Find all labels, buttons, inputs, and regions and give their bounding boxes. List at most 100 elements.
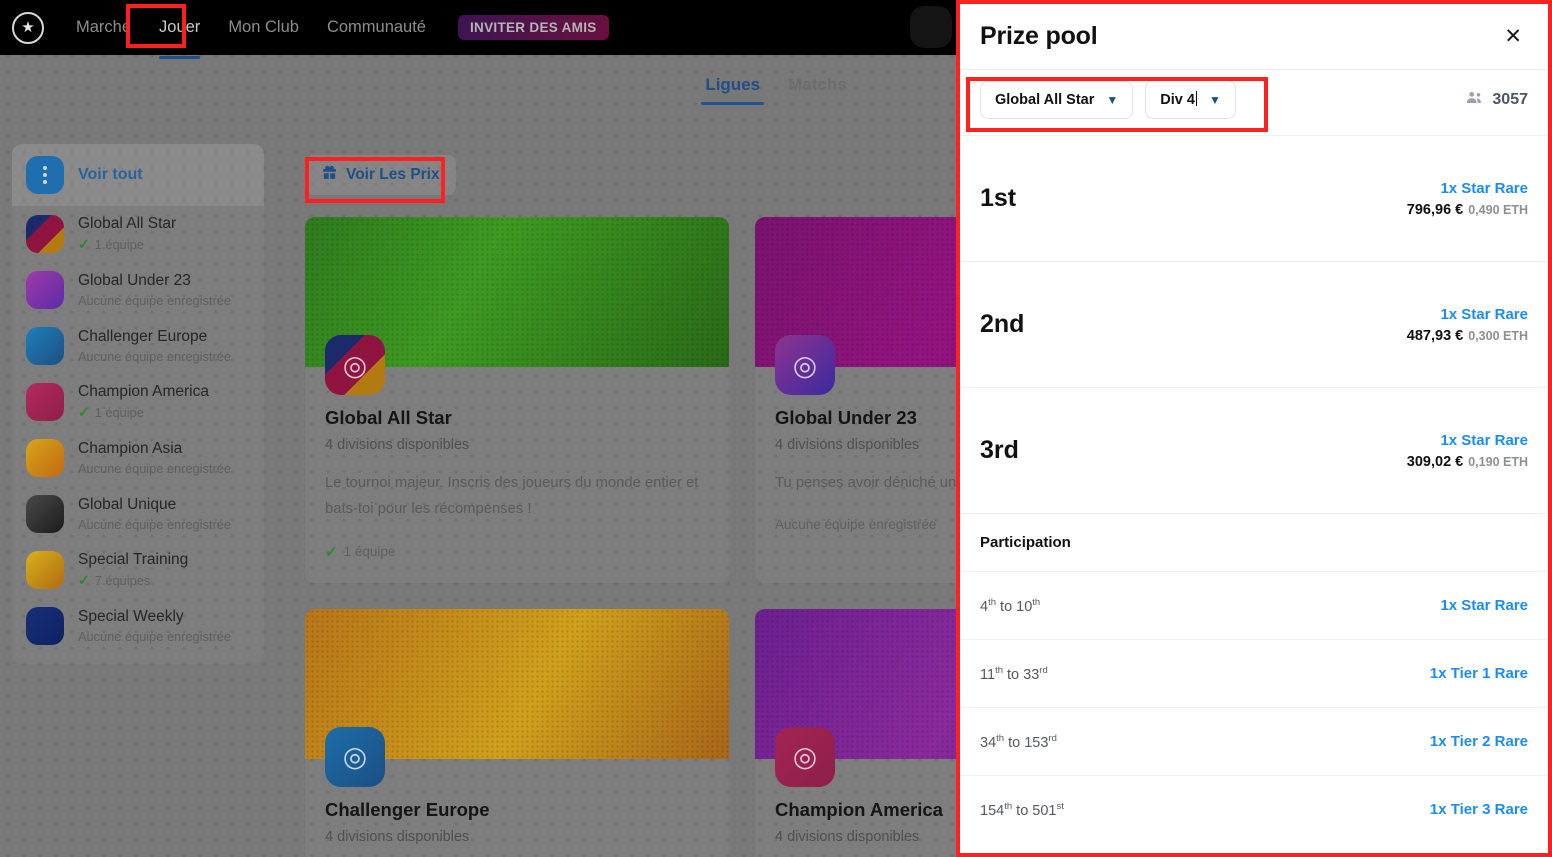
sidebar-item-text: Global All Star ✓ 1 équipe	[78, 215, 176, 253]
prize-amount-eur: 796,96 €	[1406, 201, 1464, 218]
sidebar-item-status-label: Aucune équipe enregistrée	[78, 349, 231, 364]
prize-amount-eur: 487,93 €	[1406, 327, 1464, 344]
sidebar-item-label: Global All Star	[78, 215, 177, 232]
card-divisions: 4 divisions disponibles	[325, 828, 470, 845]
card-hero-image: ◎	[305, 608, 729, 787]
sidebar-item-status: Aucune équipe enregistrée	[78, 517, 231, 532]
star-badge-icon[interactable]: ★	[12, 11, 44, 44]
card-divisions: 4 divisions disponibles	[325, 437, 470, 453]
prize-reward[interactable]: 1x Star Rare	[1407, 306, 1528, 323]
nav-link-jouer[interactable]: Jouer	[145, 12, 214, 59]
league-card[interactable]: ◎ Challenger Europe 4 divisions disponible…	[305, 608, 729, 857]
sidebar-item-text: Champion America ✓ 1 équipe	[78, 383, 209, 421]
prize-pool-modal: Prize pool ✕ Global All Star ▼ Div 4 ▼ 3…	[956, 0, 1552, 857]
participation-row: 11th to 33rd 1x Tier 1 Rare	[956, 639, 1552, 707]
voir-les-prix-button[interactable]: Voir Les Prix	[305, 155, 456, 195]
sidebar-item-text: Global Under 23 Aucune équipe enregistrée	[78, 272, 231, 308]
division-select-value: Div 4	[1160, 92, 1195, 108]
nav-link-marche[interactable]: Marché	[62, 12, 145, 43]
sidebar-item-champion-asia[interactable]: Champion Asia Aucune équipe enregistrée	[12, 430, 264, 486]
modal-filter-row: Global All Star ▼ Div 4 ▼ 3057	[956, 69, 1552, 135]
prize-amount: 309,02 € 0,190 ETH	[1407, 454, 1528, 470]
league-logo-icon: ◎	[325, 335, 385, 395]
card-hero-image: ◎	[305, 217, 729, 395]
sidebar-item-label: Champion Asia	[78, 440, 183, 457]
sidebar-item-status: ✓ 1 équipe	[78, 236, 176, 253]
league-badge-icon	[26, 271, 64, 309]
card-status: ✓ 1 équipe	[325, 543, 709, 561]
sidebar-item-challenger-europe[interactable]: Challenger Europe Aucune équipe enregistr…	[12, 318, 264, 374]
sidebar-item-label: Champion America	[78, 383, 209, 400]
check-icon: ✓	[78, 572, 90, 588]
league-select[interactable]: Global All Star ▼	[980, 80, 1134, 119]
sidebar-item-text: Champion Asia Aucune équipe enregistrée	[78, 440, 231, 476]
league-badge-icon	[26, 551, 64, 589]
league-logo-icon: ◎	[775, 726, 835, 787]
nav-link-mon-club[interactable]: Mon Club	[214, 12, 313, 43]
division-select[interactable]: Div 4 ▼	[1145, 80, 1236, 119]
sidebar-item-global-under-23[interactable]: Global Under 23 Aucune équipe enregistrée	[12, 262, 264, 318]
participation-section-title: Participation	[956, 513, 1552, 571]
sidebar-item-text: Special Training ✓ 7 équipes	[78, 551, 188, 589]
prize-values: 1x Star Rare 309,02 € 0,190 ETH	[1407, 432, 1528, 470]
sidebar-item-label: Special Weekly	[78, 608, 184, 625]
prize-values: 1x Star Rare 487,93 € 0,300 ETH	[1407, 306, 1528, 344]
card-title: Global All Star	[325, 407, 452, 428]
sidebar-item-voir-tout[interactable]: Voir tout	[12, 144, 264, 206]
prize-values: 1x Star Rare 796,96 € 0,490 ETH	[1407, 180, 1528, 218]
league-badge-icon	[26, 439, 64, 477]
sidebar-item-status-label: 1 équipe	[94, 237, 144, 252]
league-logo-icon: ◎	[325, 726, 385, 787]
tab-matchs[interactable]: Matchs	[774, 75, 861, 105]
participation-reward[interactable]: 1x Tier 1 Rare	[1430, 665, 1528, 682]
participants-count: 3057	[1465, 88, 1528, 112]
prize-amount-eth: 0,190 ETH	[1468, 454, 1528, 469]
prize-rank: 1st	[980, 184, 1017, 212]
sidebar-item-status-label: Aucune équipe enregistrée	[78, 293, 231, 308]
prize-reward[interactable]: 1x Star Rare	[1407, 432, 1528, 449]
nav-link-communaute[interactable]: Communauté	[313, 12, 440, 43]
sidebar-item-status-label: Aucune équipe enregistrée	[78, 629, 231, 644]
prize-row: 1st 1x Star Rare 796,96 € 0,490 ETH	[956, 135, 1552, 261]
sidebar-item-global-all-star[interactable]: Global All Star ✓ 1 équipe	[12, 206, 264, 262]
league-badge-icon	[26, 327, 64, 365]
sidebar-item-special-weekly[interactable]: Special Weekly Aucune équipe enregistrée	[12, 598, 264, 654]
sidebar-item-list: Global All Star ✓ 1 équipe Global Under 23 A…	[12, 206, 264, 654]
participation-reward[interactable]: 1x Tier 3 Rare	[1430, 801, 1528, 818]
prize-amount-eth: 0,490 ETH	[1468, 202, 1528, 217]
chevron-down-icon: ▼	[1208, 92, 1221, 107]
participation-range: 11th to 33rd	[980, 664, 1048, 683]
participation-reward[interactable]: 1x Star Rare	[1440, 597, 1528, 614]
league-logo-icon: ◎	[775, 335, 835, 395]
prize-amount-eur: 309,02 €	[1406, 453, 1464, 470]
sidebar-item-status: Aucune équipe enregistrée	[78, 349, 231, 364]
participation-row: 154th to 501st 1x Tier 3 Rare	[956, 775, 1552, 843]
modal-header: Prize pool ✕	[956, 0, 1552, 69]
sidebar-item-status: Aucune équipe enregistrée	[78, 461, 231, 476]
league-card[interactable]: ◎ Global All Star 4 divisions disponibles L…	[305, 217, 729, 583]
sidebar-item-global-unique[interactable]: Global Unique Aucune équipe enregistrée	[12, 486, 264, 542]
close-icon[interactable]: ✕	[1498, 22, 1528, 51]
check-icon: ✓	[325, 543, 338, 561]
sidebar-item-champion-america[interactable]: Champion America ✓ 1 équipe	[12, 374, 264, 430]
card-body: Global All Star 4 divisions disponibles Le…	[305, 367, 729, 583]
sidebar-item-label: Global Unique	[78, 496, 177, 513]
sidebar-item-status: ✓ 1 équipe	[78, 404, 209, 421]
invite-friends-button[interactable]: INVITER DES AMIS	[458, 15, 609, 40]
participation-range: 154th to 501st	[980, 800, 1064, 819]
avatar[interactable]	[910, 6, 952, 48]
league-sidebar: Voir tout Global All Star ✓ 1 équipe Global…	[12, 144, 264, 664]
sidebar-item-status-label: Aucune équipe enregistrée	[78, 461, 231, 476]
sidebar-item-status-label: Aucune équipe enregistrée	[78, 517, 231, 532]
dots-vertical-icon	[26, 156, 64, 194]
sidebar-item-label: Global Under 23	[78, 272, 191, 289]
sidebar-item-text: Challenger Europe Aucune équipe enregistr…	[78, 328, 231, 364]
sidebar-item-label: Challenger Europe	[78, 328, 208, 345]
participation-reward[interactable]: 1x Tier 2 Rare	[1430, 733, 1528, 750]
sidebar-item-status-label: 1 équipe	[94, 405, 144, 420]
chevron-down-icon: ▼	[1106, 92, 1119, 107]
tab-ligues[interactable]: Ligues	[691, 75, 774, 105]
prize-reward[interactable]: 1x Star Rare	[1407, 180, 1528, 197]
prize-list: 1st 1x Star Rare 796,96 € 0,490 ETH 2nd 1x St…	[956, 135, 1552, 857]
sidebar-item-special-training[interactable]: Special Training ✓ 7 équipes	[12, 542, 264, 598]
